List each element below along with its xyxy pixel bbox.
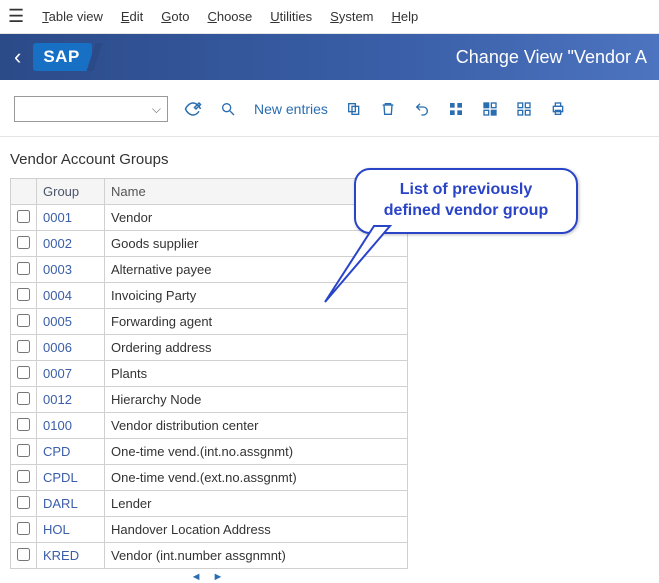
table-row[interactable]: 0100Vendor distribution center [11, 413, 408, 439]
cell-name[interactable]: Plants [105, 361, 408, 387]
cell-group[interactable]: 0005 [37, 309, 105, 335]
menu-system[interactable]: System [330, 9, 373, 24]
cell-name[interactable]: Forwarding agent [105, 309, 408, 335]
page-title: Change View "Vendor A [456, 47, 651, 68]
callout-pointer-icon [320, 222, 400, 312]
row-select-cell[interactable] [11, 465, 37, 491]
title-bar: ‹ SAP Change View "Vendor A [0, 34, 659, 80]
find-button[interactable] [218, 97, 238, 121]
row-checkbox[interactable] [17, 522, 30, 535]
hamburger-icon[interactable]: ☰ [8, 6, 24, 27]
cell-name[interactable]: Ordering address [105, 335, 408, 361]
row-select-cell[interactable] [11, 491, 37, 517]
new-entries-button[interactable]: New entries [252, 97, 330, 121]
row-checkbox[interactable] [17, 288, 30, 301]
toolbar: ⌵ New entries [0, 80, 659, 137]
table-row[interactable]: 0006Ordering address [11, 335, 408, 361]
cell-group[interactable]: 0004 [37, 283, 105, 309]
menu-edit[interactable]: Edit [121, 9, 143, 24]
table-row[interactable]: KREDVendor (int.number assgnmnt) [11, 543, 408, 569]
menu-utilities[interactable]: Utilities [270, 9, 312, 24]
print-button[interactable] [548, 97, 568, 121]
cell-group[interactable]: 0100 [37, 413, 105, 439]
cell-group[interactable]: KRED [37, 543, 105, 569]
row-select-cell[interactable] [11, 543, 37, 569]
cell-group[interactable]: CPD [37, 439, 105, 465]
row-checkbox[interactable] [17, 236, 30, 249]
row-select-cell[interactable] [11, 283, 37, 309]
cell-group[interactable]: 0006 [37, 335, 105, 361]
row-checkbox[interactable] [17, 444, 30, 457]
cell-group[interactable]: 0002 [37, 231, 105, 257]
cell-group[interactable]: HOL [37, 517, 105, 543]
row-checkbox[interactable] [17, 366, 30, 379]
sap-logo: SAP [33, 43, 91, 71]
cell-group[interactable]: 0003 [37, 257, 105, 283]
cell-group[interactable]: DARL [37, 491, 105, 517]
menu-choose[interactable]: Choose [207, 9, 252, 24]
cell-name[interactable]: Lender [105, 491, 408, 517]
undo-button[interactable] [412, 97, 432, 121]
row-select-cell[interactable] [11, 413, 37, 439]
table-row[interactable]: CPDLOne-time vend.(ext.no.assgnmt) [11, 465, 408, 491]
cell-name[interactable]: Vendor distribution center [105, 413, 408, 439]
menu-help[interactable]: Help [392, 9, 419, 24]
row-select-cell[interactable] [11, 257, 37, 283]
menu-bar: ☰ Table view Edit Goto Choose Utilities … [0, 0, 659, 34]
callout-line1: List of previously [400, 181, 532, 198]
cell-name[interactable]: Handover Location Address [105, 517, 408, 543]
table-row[interactable]: HOLHandover Location Address [11, 517, 408, 543]
row-select-cell[interactable] [11, 361, 37, 387]
row-checkbox[interactable] [17, 392, 30, 405]
cell-group[interactable]: CPDL [37, 465, 105, 491]
row-checkbox[interactable] [17, 340, 30, 353]
row-select-cell[interactable] [11, 309, 37, 335]
cell-name[interactable]: Hierarchy Node [105, 387, 408, 413]
cell-group[interactable]: 0001 [37, 205, 105, 231]
select-all-button[interactable] [446, 97, 466, 121]
row-select-cell[interactable] [11, 205, 37, 231]
menu-goto[interactable]: Goto [161, 9, 189, 24]
cell-name[interactable]: Vendor (int.number assgnmnt) [105, 543, 408, 569]
row-select-cell[interactable] [11, 335, 37, 361]
scroll-indicator[interactable]: ◄ ► [10, 569, 408, 583]
toolbar-combo[interactable]: ⌵ [14, 96, 168, 122]
menu-table-view[interactable]: Table view [42, 9, 103, 24]
cell-name[interactable]: One-time vend.(ext.no.assgnmt) [105, 465, 408, 491]
select-block-button[interactable] [480, 97, 500, 121]
copy-as-button[interactable] [344, 97, 364, 121]
back-icon[interactable]: ‹ [8, 44, 27, 70]
table-row[interactable]: CPDOne-time vend.(int.no.assgnmt) [11, 439, 408, 465]
table-row[interactable]: 0007Plants [11, 361, 408, 387]
row-select-cell[interactable] [11, 439, 37, 465]
cell-group[interactable]: 0012 [37, 387, 105, 413]
row-checkbox[interactable] [17, 262, 30, 275]
row-checkbox[interactable] [17, 470, 30, 483]
row-checkbox[interactable] [17, 418, 30, 431]
callout-line2: defined vendor group [384, 202, 548, 219]
deselect-all-button[interactable] [514, 97, 534, 121]
table-row[interactable]: DARLLender [11, 491, 408, 517]
row-checkbox[interactable] [17, 314, 30, 327]
table-row[interactable]: 0005Forwarding agent [11, 309, 408, 335]
table-corner[interactable] [11, 179, 37, 205]
annotation-callout: List of previously defined vendor group [354, 168, 578, 234]
row-select-cell[interactable] [11, 517, 37, 543]
toggle-display-change-button[interactable] [182, 97, 204, 121]
row-select-cell[interactable] [11, 231, 37, 257]
table-row[interactable]: 0012Hierarchy Node [11, 387, 408, 413]
row-checkbox[interactable] [17, 496, 30, 509]
col-header-group[interactable]: Group [37, 179, 105, 205]
chevron-down-icon: ⌵ [152, 102, 161, 117]
cell-group[interactable]: 0007 [37, 361, 105, 387]
row-checkbox[interactable] [17, 210, 30, 223]
delete-button[interactable] [378, 97, 398, 121]
cell-name[interactable]: One-time vend.(int.no.assgnmt) [105, 439, 408, 465]
row-select-cell[interactable] [11, 387, 37, 413]
